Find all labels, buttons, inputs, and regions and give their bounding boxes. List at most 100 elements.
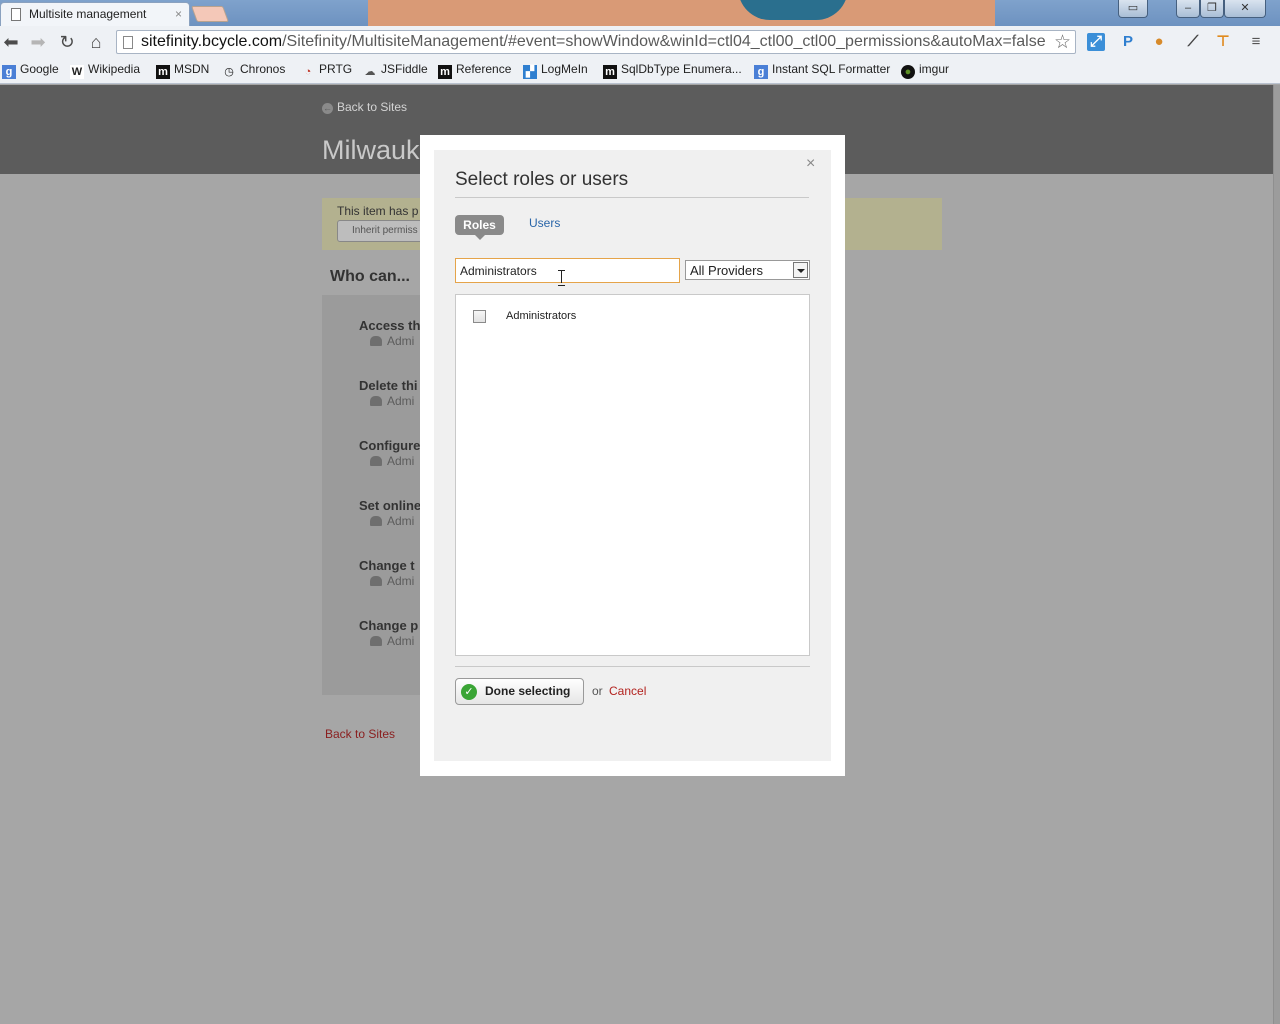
site-title: Milwauk — [322, 135, 420, 165]
back-to-sites-link-bottom[interactable]: Back to Sites — [325, 727, 395, 741]
bookmark-wikipedia[interactable]: W Wikipedia — [70, 62, 140, 80]
search-input[interactable] — [455, 258, 680, 283]
reference-icon: m — [438, 65, 452, 79]
group-icon — [370, 456, 382, 466]
permission-role: Admi — [370, 514, 421, 528]
back-to-sites-link-top[interactable]: ← Back to Sites — [322, 100, 407, 114]
bookmark-logmein[interactable]: ▞ LogMeIn — [523, 62, 588, 80]
chevron-down-icon[interactable] — [793, 262, 808, 278]
tab-roles[interactable]: Roles — [455, 215, 504, 240]
divider — [455, 197, 809, 198]
permission-item[interactable]: Access th Admi — [359, 318, 420, 348]
bookmark-sql-formatter[interactable]: g Instant SQL Formatter — [754, 62, 890, 80]
bookmark-chronos[interactable]: ◷ Chronos — [222, 62, 285, 80]
dialog-title: Select roles or users — [455, 169, 629, 190]
sql-formatter-icon: g — [754, 65, 768, 79]
permission-item[interactable]: Change p Admi — [359, 618, 418, 648]
menu-icon[interactable]: ≡ — [1247, 33, 1265, 51]
bookmark-sqldbtype[interactable]: m SqlDbType Enumera... — [603, 62, 742, 80]
permission-item[interactable]: Delete thi Admi — [359, 378, 418, 408]
bookmark-msdn[interactable]: m MSDN — [156, 62, 209, 80]
done-selecting-button[interactable]: ✓ Done selecting — [455, 678, 584, 705]
msdn-icon: m — [156, 65, 170, 79]
url-text: sitefinity.bcycle.com/Sitefinity/Multisi… — [141, 33, 1046, 50]
browser-titlebar: Multisite management × ▭ – ❐ ✕ — [0, 0, 1280, 26]
chronos-icon: ◷ — [224, 66, 234, 78]
permission-role: Admi — [370, 574, 415, 588]
permission-role: Admi — [370, 394, 418, 408]
close-window-button[interactable]: ✕ — [1224, 0, 1266, 18]
role-label: Administrators — [506, 310, 577, 322]
extension-ruler-icon[interactable]: ⊤ — [1214, 33, 1232, 51]
group-icon — [370, 396, 382, 406]
permission-item[interactable]: Change t Admi — [359, 558, 415, 588]
role-checkbox[interactable] — [473, 310, 486, 323]
done-selecting-label: Done selecting — [485, 684, 571, 698]
tab-users[interactable]: Users — [529, 216, 560, 230]
permissions-panel: Access th Admi Delete thi Admi Configure… — [322, 295, 422, 695]
permission-label: Configure — [359, 438, 421, 453]
new-tab-button[interactable] — [191, 6, 229, 22]
back-arrow-icon: ← — [322, 103, 333, 114]
page-icon — [11, 8, 21, 21]
close-icon[interactable]: × — [806, 155, 815, 173]
provider-dropdown[interactable]: All Providers — [685, 260, 810, 280]
group-icon — [370, 576, 382, 586]
group-icon — [370, 516, 382, 526]
address-bar[interactable]: sitefinity.bcycle.com/Sitefinity/Multisi… — [116, 30, 1076, 54]
permission-label: Change p — [359, 618, 419, 633]
prtg-icon: ◔ — [304, 66, 312, 78]
permission-label: Set online — [359, 498, 422, 513]
extension-cookie-icon[interactable]: ● — [1150, 33, 1168, 51]
bookmark-imgur[interactable]: ● imgur — [901, 62, 949, 80]
user-switch-button[interactable]: ▭ — [1118, 0, 1148, 18]
page-scrollbar[interactable] — [1273, 85, 1280, 1024]
extension-eyedropper-icon[interactable]: ⟋ — [1184, 33, 1202, 51]
sqldbtype-icon: m — [603, 65, 617, 79]
cancel-link[interactable]: Cancel — [609, 684, 646, 698]
permission-role: Admi — [370, 454, 420, 468]
bookmarks-bar: g Google W Wikipedia m MSDN ◷ Chronos ◔ PRTG … — [0, 58, 1280, 84]
jsfiddle-icon: ☁ — [364, 66, 376, 78]
page-icon — [123, 36, 133, 49]
permission-label: Change t — [359, 558, 415, 573]
or-text: or — [592, 684, 603, 698]
bookmark-prtg[interactable]: ◔ PRTG — [301, 62, 352, 80]
bookmark-reference[interactable]: m Reference — [438, 62, 511, 80]
back-icon[interactable]: ⬅ — [0, 32, 22, 52]
group-icon — [370, 336, 382, 346]
permission-role: Admi — [370, 634, 418, 648]
select-roles-dialog: × Select roles or users Roles Users All … — [420, 135, 845, 776]
wikipedia-icon: W — [70, 65, 84, 79]
forward-icon[interactable]: ➡ — [27, 32, 49, 52]
logmein-icon: ▞ — [523, 65, 537, 79]
reload-icon[interactable]: ↻ — [56, 32, 78, 52]
extension-resize-icon[interactable]: ⤢ — [1087, 33, 1105, 51]
imgur-icon: ● — [901, 65, 915, 79]
google-icon: g — [2, 65, 16, 79]
who-can-heading: Who can... — [330, 268, 410, 285]
tab-title: Multisite management — [29, 7, 147, 21]
bookmark-jsfiddle[interactable]: ☁ JSFiddle — [363, 62, 428, 80]
permission-item[interactable]: Set online Admi — [359, 498, 421, 528]
minimize-button[interactable]: – — [1176, 0, 1200, 18]
bookmark-star-icon[interactable]: ☆ — [1054, 31, 1071, 54]
text-cursor-icon — [558, 270, 565, 286]
home-icon[interactable]: ⌂ — [85, 32, 107, 52]
divider — [455, 666, 810, 667]
results-list: Administrators — [455, 294, 810, 656]
notice-text: This item has p — [337, 204, 419, 218]
provider-selected-value: All Providers — [690, 263, 763, 278]
bookmark-google[interactable]: g Google — [2, 62, 59, 80]
permission-label: Delete thi — [359, 378, 418, 393]
extension-p-icon[interactable]: P — [1119, 33, 1137, 51]
checkmark-icon: ✓ — [461, 684, 477, 700]
group-icon — [370, 636, 382, 646]
browser-tab-active[interactable]: Multisite management × — [0, 2, 190, 26]
restore-button[interactable]: ❐ — [1200, 0, 1224, 18]
permission-role: Admi — [370, 334, 420, 348]
theme-artwork — [368, 0, 995, 26]
permission-label: Access th — [359, 318, 421, 333]
permission-item[interactable]: Configure Admi — [359, 438, 420, 468]
tab-close-icon[interactable]: × — [175, 7, 182, 21]
